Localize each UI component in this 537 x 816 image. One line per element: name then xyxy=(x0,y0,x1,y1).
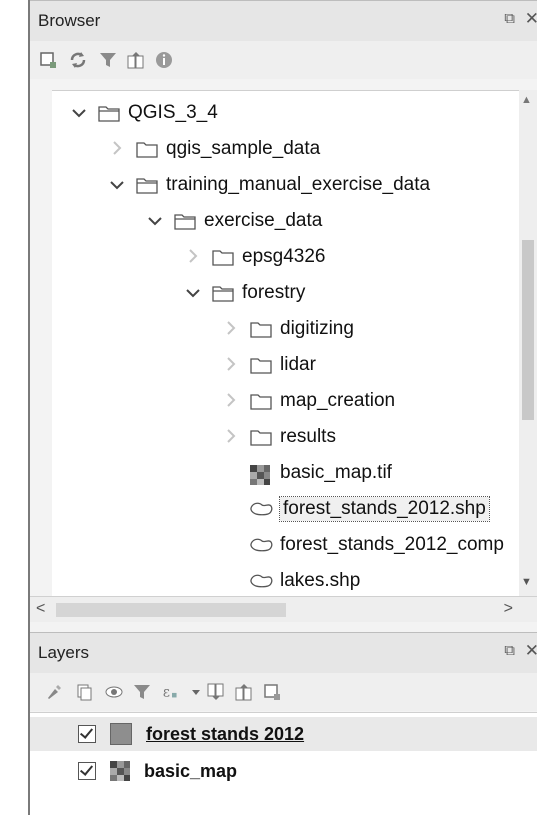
tree-item[interactable]: forest_stands_2012_comp xyxy=(52,527,519,563)
expand-chevron-icon[interactable] xyxy=(146,213,164,230)
chevron-down-icon[interactable] xyxy=(186,682,206,702)
folder-icon xyxy=(136,141,158,158)
browser-close-button[interactable]: ✕ xyxy=(525,9,537,29)
tree-item-label: exercise_data xyxy=(204,210,323,231)
collapse-chevron-icon[interactable] xyxy=(184,248,202,266)
refresh-icon[interactable] xyxy=(68,50,88,70)
layer-visibility-checkbox[interactable] xyxy=(78,725,96,743)
scroll-up-arrow-icon[interactable]: ▲ xyxy=(521,94,532,106)
tree-item-label: training_manual_exercise_data xyxy=(166,174,431,195)
layer-visibility-checkbox[interactable] xyxy=(78,762,96,780)
expand-chevron-icon[interactable] xyxy=(108,177,126,194)
folder-open-icon xyxy=(212,285,234,302)
browser-horizontal-scrollbar[interactable]: < > xyxy=(30,596,537,623)
browser-tree[interactable]: QGIS_3_4 qgis_sample_data training_manual_… xyxy=(52,90,519,597)
tree-item[interactable]: lakes.shp xyxy=(52,563,519,597)
tree-item-label: results xyxy=(280,426,336,447)
vertical-scroll-thumb[interactable] xyxy=(522,240,534,420)
tree-item-label: qgis_sample_data xyxy=(166,138,321,159)
collapse-all-icon[interactable] xyxy=(126,50,146,70)
layers-panel-titlebar: Layers ⧉ ✕ xyxy=(30,632,537,674)
browser-panel-title: Browser xyxy=(38,11,101,30)
collapse-all-icon[interactable] xyxy=(234,682,254,702)
tree-item[interactable]: forest_stands_2012.shp xyxy=(52,491,519,527)
polygon-layer-icon xyxy=(250,537,273,554)
filter-icon[interactable] xyxy=(98,50,118,70)
style-icon[interactable] xyxy=(44,682,64,702)
tree-item-label: epsg4326 xyxy=(242,246,326,267)
layer-row-forest-stands[interactable]: forest stands 2012 xyxy=(30,717,537,751)
filter-legend-icon[interactable] xyxy=(132,682,152,702)
manage-visibility-icon[interactable] xyxy=(104,682,124,702)
browser-panel-titlebar: Browser ⧉ ✕ xyxy=(30,0,537,42)
collapse-chevron-icon[interactable] xyxy=(222,428,240,446)
layer-name: basic_map xyxy=(144,760,238,781)
browser-vertical-scrollbar[interactable]: ▲ ▼ xyxy=(519,90,537,596)
polygon-swatch-icon xyxy=(110,723,132,745)
layers-close-button[interactable]: ✕ xyxy=(525,641,537,661)
polygon-layer-icon xyxy=(250,573,273,590)
layers-list[interactable]: forest stands 2012 basic_map xyxy=(30,712,537,816)
tree-item-label: forest_stands_2012_comp xyxy=(280,534,504,555)
horizontal-scroll-thumb[interactable] xyxy=(56,603,286,617)
tree-item-label: digitizing xyxy=(280,318,354,339)
collapse-chevron-icon[interactable] xyxy=(108,140,126,158)
browser-toolbar xyxy=(30,41,537,79)
folder-open-icon xyxy=(174,213,196,230)
tree-item-label: QGIS_3_4 xyxy=(128,102,218,123)
svg-text:ε: ε xyxy=(163,685,170,701)
tree-item-label: map_creation xyxy=(280,390,396,411)
scroll-left-arrow-icon[interactable]: < xyxy=(36,600,45,618)
folder-open-icon xyxy=(136,177,158,194)
filter-expression-icon[interactable]: ε xyxy=(162,682,182,702)
raster-layer-icon xyxy=(250,464,272,485)
add-group-icon[interactable] xyxy=(74,682,94,702)
layers-panel-title: Layers xyxy=(38,643,90,662)
tree-item-label: basic_map.tif xyxy=(280,462,392,483)
polygon-layer-icon xyxy=(250,501,273,518)
tree-item[interactable]: epsg4326 xyxy=(52,239,519,275)
tree-item-label: lidar xyxy=(280,354,316,375)
folder-icon xyxy=(250,429,272,446)
scroll-right-arrow-icon[interactable]: > xyxy=(504,600,513,618)
tree-item-label: forest_stands_2012.shp xyxy=(279,496,490,522)
tree-item[interactable]: QGIS_3_4 xyxy=(52,95,519,131)
layers-toolbar: ε xyxy=(30,673,537,711)
tree-item[interactable]: training_manual_exercise_data xyxy=(52,167,519,203)
collapse-chevron-icon[interactable] xyxy=(222,356,240,374)
layers-float-button[interactable]: ⧉ xyxy=(504,642,515,659)
folder-icon xyxy=(250,357,272,374)
expand-chevron-icon[interactable] xyxy=(70,105,88,122)
tree-item[interactable]: basic_map.tif xyxy=(52,455,519,491)
panel-splitter[interactable] xyxy=(30,622,537,632)
folder-icon xyxy=(250,393,272,410)
tree-item[interactable]: exercise_data xyxy=(52,203,519,239)
expand-chevron-icon[interactable] xyxy=(184,285,202,302)
folder-icon xyxy=(212,249,234,266)
tree-item[interactable]: qgis_sample_data xyxy=(52,131,519,167)
folder-open-icon xyxy=(98,105,120,122)
tree-item[interactable]: lidar xyxy=(52,347,519,383)
folder-icon xyxy=(250,321,272,338)
expand-all-icon[interactable] xyxy=(206,682,226,702)
tree-item-label: lakes.shp xyxy=(280,570,361,591)
info-icon[interactable] xyxy=(154,50,174,70)
tree-item[interactable]: forestry xyxy=(52,275,519,311)
collapse-chevron-icon[interactable] xyxy=(222,320,240,338)
tree-item[interactable]: map_creation xyxy=(52,383,519,419)
remove-layer-icon[interactable] xyxy=(262,682,282,702)
tree-item-label: forestry xyxy=(242,282,306,303)
scroll-down-arrow-icon[interactable]: ▼ xyxy=(521,576,532,588)
layer-name: forest stands 2012 xyxy=(146,723,305,744)
tree-item[interactable]: results xyxy=(52,419,519,455)
raster-layer-icon xyxy=(110,761,130,781)
layer-row-basic-map[interactable]: basic_map xyxy=(30,754,537,788)
tree-item[interactable]: digitizing xyxy=(52,311,519,347)
collapse-chevron-icon[interactable] xyxy=(222,392,240,410)
browser-float-button[interactable]: ⧉ xyxy=(504,10,515,27)
add-selected-layers-icon[interactable] xyxy=(38,50,58,70)
